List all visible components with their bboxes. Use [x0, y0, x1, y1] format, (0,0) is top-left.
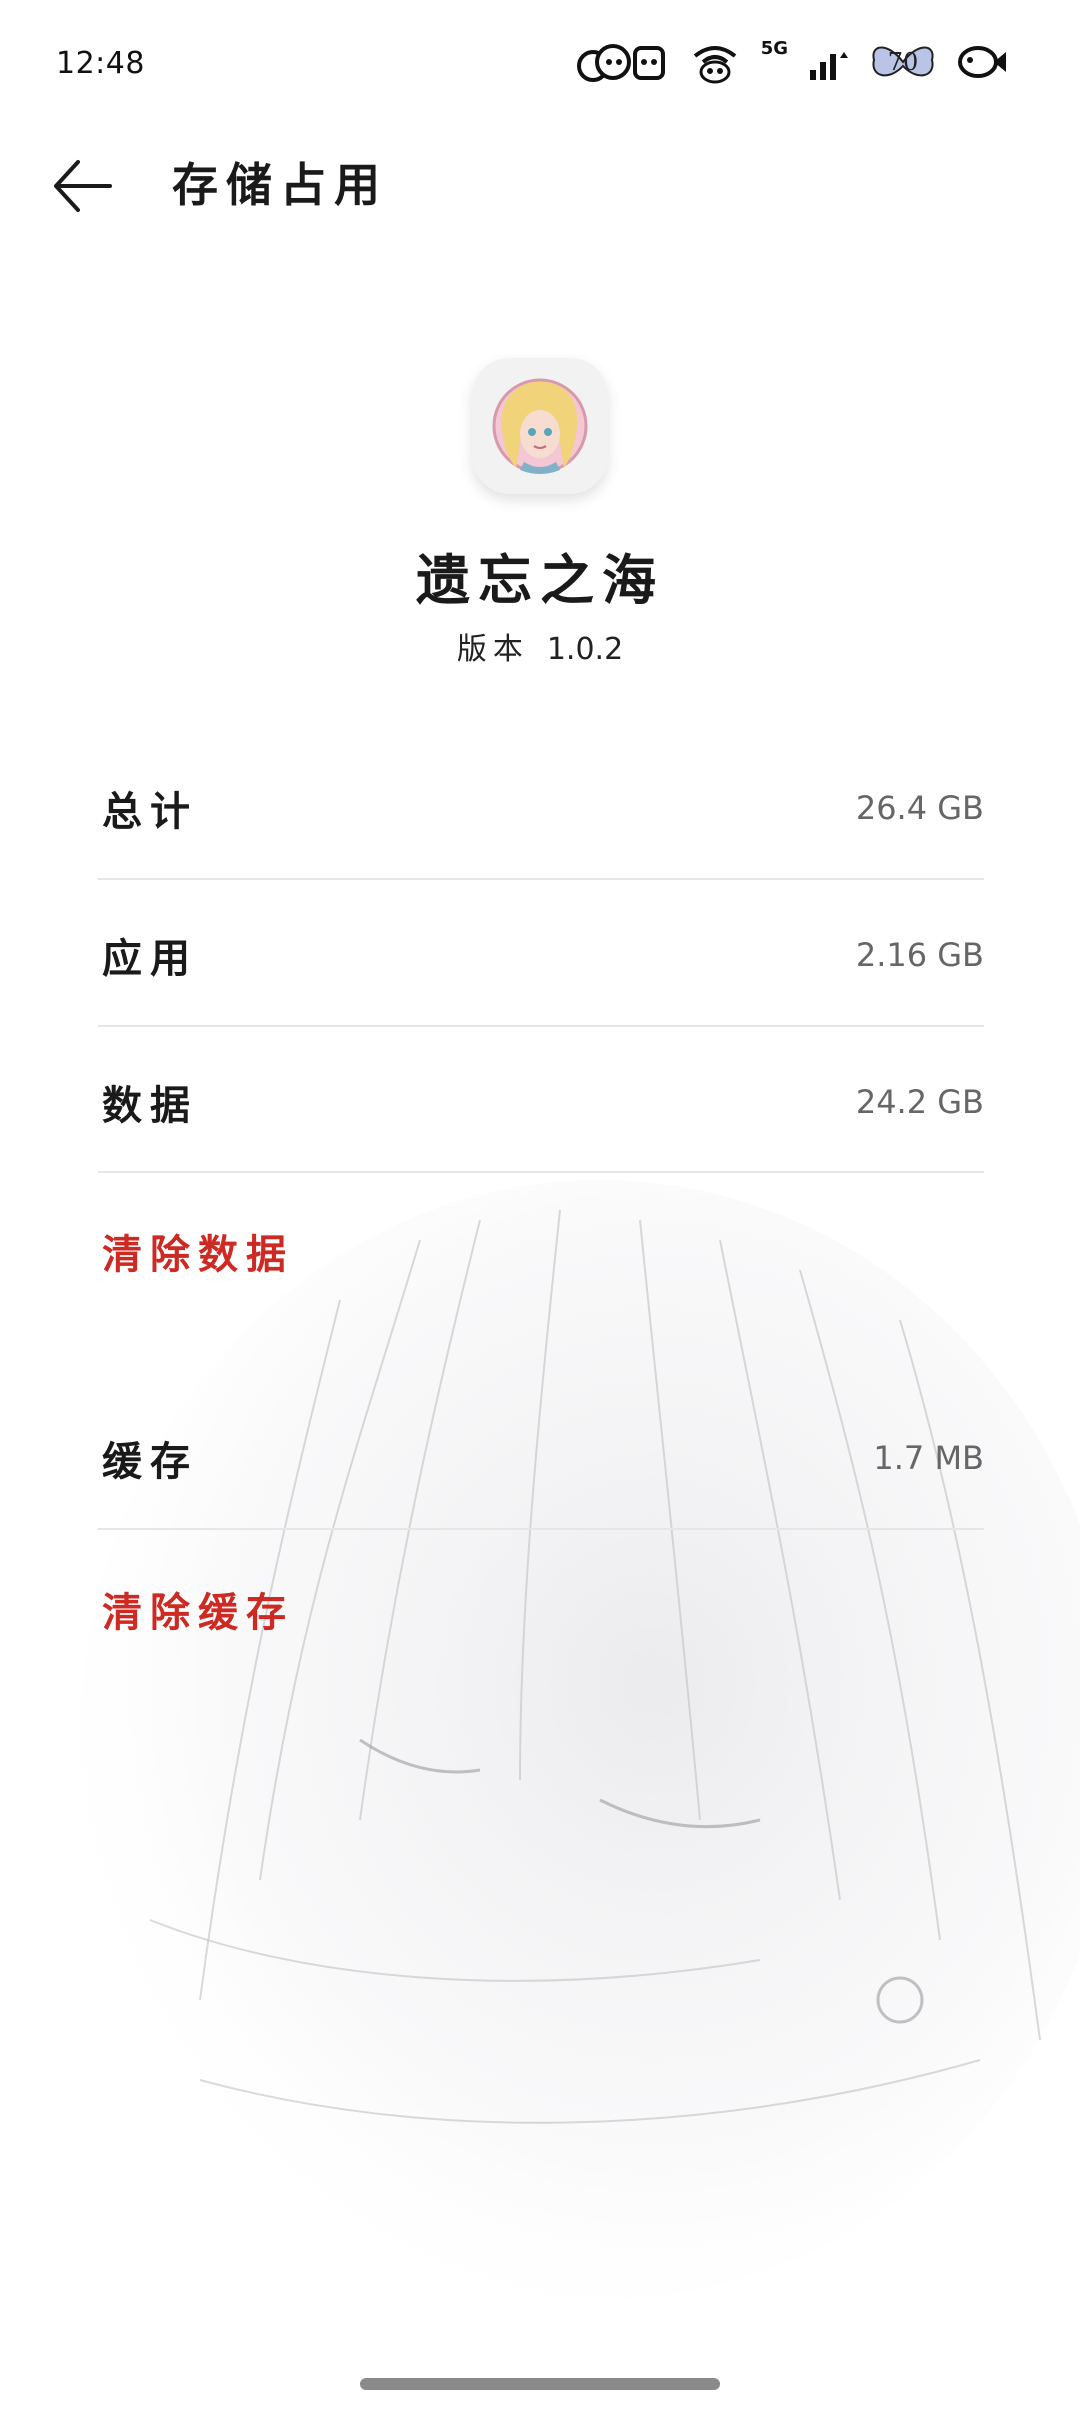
version-label: 版本 — [456, 632, 529, 667]
doll-avatar-icon — [492, 378, 588, 474]
status-bar: 12:48 5G 70 — [0, 0, 1080, 130]
cloud-bear-icon — [576, 44, 665, 82]
version-number: 1.0.2 — [546, 632, 624, 667]
wallpaper-illustration — [80, 1180, 1080, 2300]
status-time: 12:48 — [56, 46, 145, 81]
network-type-label: 5G — [760, 37, 788, 59]
app-size-value: 2.16 GB — [855, 936, 984, 974]
status-icons: 5G 70 — [573, 34, 1008, 90]
home-indicator[interactable] — [360, 2378, 720, 2390]
divider — [98, 1528, 984, 1530]
app-size-label: 应用 — [102, 936, 198, 982]
data-size-label: 数据 — [102, 1083, 198, 1129]
cache-value: 1.7 MB — [873, 1439, 984, 1477]
signal-icon — [810, 52, 848, 80]
divider — [98, 1171, 984, 1173]
battery-butterfly-icon: 70 — [868, 40, 938, 84]
total-value: 26.4 GB — [855, 789, 984, 827]
battery-level: 70 — [887, 48, 919, 76]
wifi-panda-icon — [693, 46, 736, 84]
clear-cache-button[interactable]: 清除缓存 — [102, 1580, 294, 1638]
clear-data-button[interactable]: 清除数据 — [102, 1222, 294, 1280]
app-bar: 存储占用 — [0, 140, 1080, 230]
total-row: 总计 26.4 GB — [100, 735, 984, 881]
page-title: 存储占用 — [172, 158, 388, 212]
arrow-left-icon — [54, 160, 112, 212]
divider — [98, 878, 984, 880]
app-version: 版本 1.0.2 — [0, 624, 1080, 668]
app-name: 遗忘之海 — [416, 549, 664, 612]
app-icon — [472, 358, 608, 494]
cache-row: 缓存 1.7 MB — [100, 1385, 984, 1531]
cache-label: 缓存 — [102, 1439, 198, 1485]
total-label: 总计 — [102, 789, 198, 835]
fish-icon — [958, 46, 1006, 78]
data-size-row: 数据 24.2 GB — [100, 1029, 984, 1175]
app-size-row: 应用 2.16 GB — [100, 882, 984, 1028]
divider — [98, 1025, 984, 1027]
back-button[interactable] — [48, 150, 120, 222]
data-size-value: 24.2 GB — [855, 1083, 984, 1121]
